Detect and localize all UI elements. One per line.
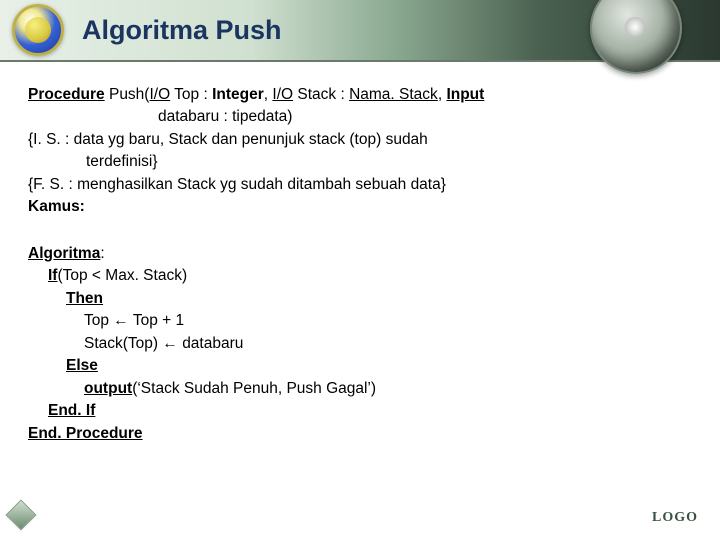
stmt-assign-stack: Stack(Top) ← databaru [28,333,692,355]
stmt-then: Then [28,288,692,310]
slide-header: Algoritma Push [0,0,720,62]
stmt-endprocedure: End. Procedure [28,423,692,445]
stmt-if: If(Top < Max. Stack) [28,265,692,287]
algorithm-heading: Algoritma: [28,243,692,265]
kamus-label: Kamus: [28,196,692,218]
initial-state: {I. S. : data yg baru, Stack dan penunju… [28,129,692,151]
bullet-diamond-icon [5,499,36,530]
final-state: {F. S. : menghasilkan Stack yg sudah dit… [28,174,692,196]
stmt-output: output(‘Stack Sudah Penuh, Push Gagal’) [28,378,692,400]
footer-logo-text: LOGO [652,510,698,526]
logo-inner-icon [25,17,51,43]
procedure-signature-line2: databaru : tipedata) [28,106,692,128]
stmt-assign-top: Top ← Top + 1 [28,310,692,332]
university-logo-icon [12,4,64,56]
stmt-endif: End. If [28,400,692,422]
procedure-signature: Procedure Push(I/O Top : Integer, I/O St… [28,84,692,106]
stmt-else: Else [28,355,692,377]
initial-state-cont: terdefinisi} [28,151,692,173]
kw-procedure: Procedure [28,86,105,103]
algorithm-block: Algoritma: If(Top < Max. Stack) Then Top… [28,243,692,445]
slide-title: Algoritma Push [82,15,282,46]
slide-body: Procedure Push(I/O Top : Integer, I/O St… [0,62,720,445]
